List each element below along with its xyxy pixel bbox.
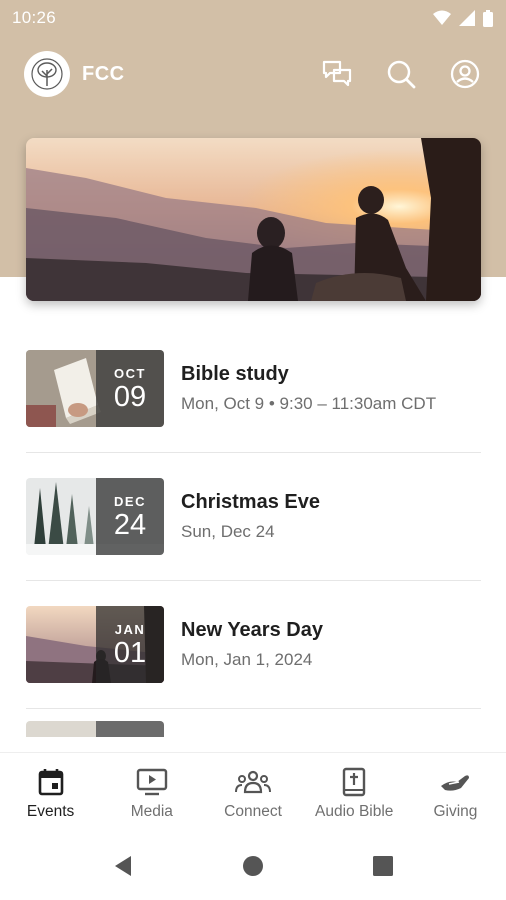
system-navigation-bar <box>0 832 506 900</box>
event-title: New Years Day <box>181 619 323 641</box>
date-month: JAN <box>114 621 146 637</box>
calendar-icon <box>38 769 63 796</box>
search-button[interactable] <box>384 57 418 91</box>
home-circle-icon <box>243 856 263 876</box>
account-circle-icon <box>450 59 480 89</box>
messages-button[interactable] <box>320 57 354 91</box>
event-row[interactable]: JAN 01 New Years Day Mon, Jan 1, 2024 <box>26 581 481 709</box>
home-button[interactable] <box>188 855 318 877</box>
battery-icon <box>483 9 493 27</box>
chat-bubbles-icon <box>322 60 352 87</box>
search-icon <box>387 60 416 89</box>
date-month: DEC <box>114 493 146 509</box>
event-row[interactable]: DEC 24 Christmas Eve Sun, Dec 24 <box>26 453 481 581</box>
event-datetime: Mon, Jan 1, 2024 <box>181 650 313 669</box>
app-header: FCC <box>0 50 506 98</box>
recents-square-icon <box>373 856 393 876</box>
bottom-navigation: Events Media Connect Audio Bible Giving <box>0 752 506 832</box>
event-row[interactable] <box>26 709 481 749</box>
tree-logo-icon <box>31 58 63 90</box>
signal-icon <box>459 10 475 26</box>
date-badge: OCT 09 <box>96 350 164 427</box>
nav-item-events[interactable]: Events <box>0 753 101 832</box>
event-title: Christmas Eve <box>181 491 320 513</box>
status-icons <box>433 9 493 27</box>
profile-button[interactable] <box>448 57 482 91</box>
date-day: 09 <box>113 380 147 413</box>
status-time: 10:26 <box>12 8 57 27</box>
event-datetime: Mon, Oct 9 • 9:30 – 11:30am CDT <box>181 394 437 413</box>
nav-label: Connect <box>224 803 282 820</box>
event-title: Bible study <box>181 363 289 385</box>
recents-button[interactable] <box>318 856 448 876</box>
wifi-icon <box>433 10 451 25</box>
back-button[interactable] <box>58 855 188 877</box>
nav-label: Audio Bible <box>315 803 394 820</box>
date-month: OCT <box>114 365 146 381</box>
event-list: OCT 09 Bible study Mon, Oct 9 • 9:30 – 1… <box>26 325 481 749</box>
giving-hand-icon <box>441 775 470 791</box>
nav-item-audio-bible[interactable]: Audio Bible <box>304 753 405 832</box>
nav-item-media[interactable]: Media <box>101 753 202 832</box>
event-text: New Years Day Mon, Jan 1, 2024 <box>181 619 323 670</box>
nav-label: Media <box>130 803 173 820</box>
nav-label: Giving <box>433 803 478 820</box>
date-day: 24 <box>113 508 147 541</box>
back-triangle-icon <box>115 856 131 876</box>
status-bar: 10:26 <box>0 0 506 36</box>
event-thumbnail: JAN 01 <box>26 606 164 683</box>
play-screen-icon <box>136 768 167 796</box>
date-badge: JAN 01 <box>96 606 164 683</box>
church-logo[interactable] <box>24 51 70 97</box>
event-datetime: Sun, Dec 24 <box>181 522 275 541</box>
people-group-icon <box>235 770 271 794</box>
nav-item-giving[interactable]: Giving <box>405 753 506 832</box>
hero-banner-image[interactable] <box>26 138 481 301</box>
app-name: FCC <box>82 62 125 85</box>
nav-label: Events <box>26 803 75 820</box>
header-actions <box>320 57 482 91</box>
event-row[interactable]: OCT 09 Bible study Mon, Oct 9 • 9:30 – 1… <box>26 325 481 453</box>
bible-icon <box>343 767 366 797</box>
date-badge: DEC 24 <box>96 478 164 555</box>
event-thumbnail <box>26 721 164 737</box>
event-thumbnail: DEC 24 <box>26 478 164 555</box>
event-text: Christmas Eve Sun, Dec 24 <box>181 491 320 542</box>
date-day: 01 <box>113 636 147 669</box>
event-thumbnail: OCT 09 <box>26 350 164 427</box>
nav-item-connect[interactable]: Connect <box>202 753 303 832</box>
event-text: Bible study Mon, Oct 9 • 9:30 – 11:30am … <box>181 363 436 414</box>
